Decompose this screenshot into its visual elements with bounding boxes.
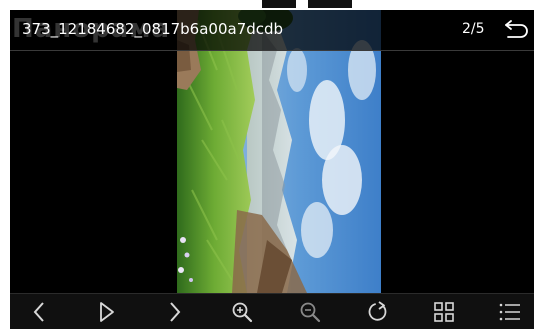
top-strip-block [262,0,296,8]
rotate-button[interactable] [361,298,393,326]
rotate-icon [368,301,387,321]
zoom-out-icon [300,302,321,323]
top-strip [0,0,544,10]
previous-button[interactable] [24,298,56,326]
grid-icon [434,302,454,322]
image-viewer: Панорама 373_12184682_0817b6a00a7dcdb 2/… [10,10,534,329]
bottom-toolbar [10,293,534,329]
zoom-in-icon [232,302,253,323]
chevron-right-icon [170,302,181,322]
return-arrow-icon [505,20,528,38]
file-title: 373_12184682_0817b6a00a7dcdb [22,20,284,38]
header-bar: Панорама 373_12184682_0817b6a00a7dcdb 2/… [10,10,534,51]
top-strip-block [308,0,352,8]
image-counter: 2/5 [462,21,485,37]
play-button[interactable] [90,298,122,326]
list-icon [499,303,520,321]
photo[interactable] [177,10,381,293]
chevron-left-icon [33,302,44,322]
back-button[interactable] [502,16,530,42]
play-icon [100,302,114,322]
zoom-in-button[interactable] [226,298,258,326]
grid-view-button[interactable] [428,298,460,326]
landscape-image [177,10,381,293]
zoom-out-button[interactable] [294,298,326,326]
next-button[interactable] [158,298,190,326]
list-view-button[interactable] [494,298,526,326]
